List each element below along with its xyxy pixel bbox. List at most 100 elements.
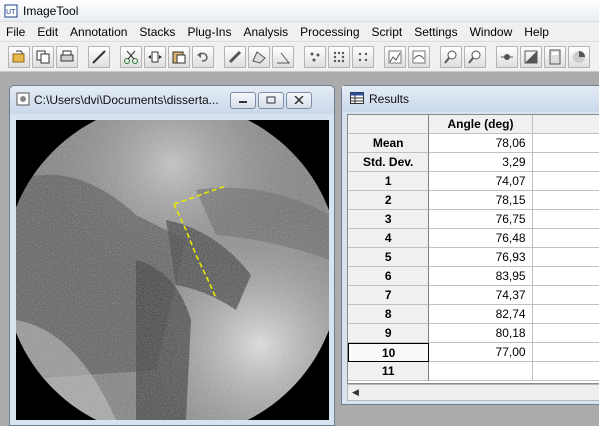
row-header[interactable]: 4 [348, 229, 430, 248]
minimize-button[interactable] [230, 91, 256, 109]
angle-icon[interactable] [272, 45, 294, 68]
empty-cell[interactable] [532, 153, 599, 172]
row-header[interactable]: 9 [348, 324, 430, 343]
menu-help[interactable]: Help [518, 22, 555, 42]
menu-bar: File Edit Annotation Stacks Plug-Ins Ana… [0, 22, 599, 42]
menu-edit[interactable]: Edit [31, 22, 64, 42]
app-icon: UT [3, 3, 19, 19]
menu-window[interactable]: Window [464, 22, 519, 42]
scroll-left-icon[interactable]: ◀ [348, 385, 363, 400]
open-icon[interactable] [8, 45, 30, 68]
results-window: Results Angle (deg) Mean 78,06 Std. Dev.… [341, 85, 599, 405]
table-row: 6 83,95 [348, 267, 599, 286]
empty-cell[interactable] [532, 267, 599, 286]
histogram-icon[interactable] [384, 45, 406, 68]
column-header-angle[interactable]: Angle (deg) [429, 115, 533, 134]
value-cell[interactable]: 3,29 [429, 153, 533, 172]
xray-image[interactable] [16, 120, 329, 420]
value-cell[interactable]: 83,95 [429, 267, 533, 286]
menu-processing[interactable]: Processing [294, 22, 365, 42]
row-header[interactable]: 5 [348, 248, 430, 267]
profile-icon[interactable] [408, 45, 430, 68]
line-tool-icon[interactable] [88, 45, 110, 68]
cut-icon[interactable] [120, 45, 142, 68]
dots-small-icon[interactable] [304, 45, 326, 68]
app-title: ImageTool [23, 3, 79, 18]
value-cell[interactable]: 76,48 [429, 229, 533, 248]
menu-stacks[interactable]: Stacks [133, 22, 181, 42]
dots-large-icon[interactable] [328, 45, 350, 68]
measure-icon[interactable] [352, 45, 374, 68]
contrast-icon[interactable] [520, 45, 542, 68]
image-window-titlebar[interactable]: C:\Users\dvi\Documents\disserta... [10, 86, 334, 114]
zoom-out-icon[interactable] [464, 45, 486, 68]
value-cell[interactable]: 76,75 [429, 210, 533, 229]
value-cell[interactable]: 80,18 [429, 324, 533, 343]
empty-cell[interactable] [532, 248, 599, 267]
table-row: 7 74,37 [348, 286, 599, 305]
print-icon[interactable] [56, 45, 78, 68]
menu-settings[interactable]: Settings [408, 22, 463, 42]
fit-width-icon[interactable] [144, 45, 166, 68]
value-cell[interactable]: 82,74 [429, 305, 533, 324]
empty-cell[interactable] [532, 172, 599, 191]
row-header[interactable]: 6 [348, 267, 430, 286]
table-row-selected: 10 77,00 [348, 343, 599, 362]
polygon-icon[interactable] [248, 45, 270, 68]
pie-icon[interactable] [568, 45, 590, 68]
table-icon [350, 91, 364, 107]
row-header[interactable]: 3 [348, 210, 430, 229]
column-header-empty[interactable] [532, 115, 599, 134]
row-header[interactable]: 7 [348, 286, 430, 305]
restore-button[interactable] [258, 91, 284, 109]
empty-cell[interactable] [532, 134, 599, 153]
copy-icon[interactable] [32, 45, 54, 68]
results-window-titlebar[interactable]: Results [342, 86, 599, 112]
row-header[interactable]: 1 [348, 172, 430, 191]
menu-script[interactable]: Script [366, 22, 409, 42]
table-header-row: Angle (deg) [348, 115, 599, 134]
row-header[interactable]: 8 [348, 305, 430, 324]
horizontal-scrollbar[interactable]: ◀ [347, 384, 599, 401]
empty-cell[interactable] [532, 286, 599, 305]
empty-cell[interactable] [532, 362, 599, 381]
row-header[interactable]: 10 [348, 343, 430, 362]
value-cell[interactable]: 78,15 [429, 191, 533, 210]
empty-cell[interactable] [532, 343, 599, 362]
table-row: 11 [348, 362, 599, 381]
paste-icon[interactable] [168, 45, 190, 68]
value-cell[interactable]: 78,06 [429, 134, 533, 153]
row-header[interactable]: Mean [348, 134, 430, 153]
value-cell[interactable]: 77,00 [429, 343, 533, 362]
menu-plug-ins[interactable]: Plug-Ins [181, 22, 237, 42]
menu-annotation[interactable]: Annotation [64, 22, 133, 42]
table-row: Std. Dev. 3,29 [348, 153, 599, 172]
row-header[interactable]: Std. Dev. [348, 153, 430, 172]
empty-cell[interactable] [532, 324, 599, 343]
image-window-title: C:\Users\dvi\Documents\disserta... [34, 93, 219, 107]
empty-cell[interactable] [532, 191, 599, 210]
threshold-icon[interactable] [496, 45, 518, 68]
table-row: 4 76,48 [348, 229, 599, 248]
image-doc-icon [16, 92, 30, 109]
menu-analysis[interactable]: Analysis [237, 22, 294, 42]
value-cell[interactable]: 74,07 [429, 172, 533, 191]
empty-cell[interactable] [532, 305, 599, 324]
row-header[interactable]: 11 [348, 362, 430, 381]
row-header[interactable]: 2 [348, 191, 430, 210]
table-row: 2 78,15 [348, 191, 599, 210]
value-cell[interactable]: 74,37 [429, 286, 533, 305]
empty-cell[interactable] [532, 210, 599, 229]
table-row: 3 76,75 [348, 210, 599, 229]
pencil-icon[interactable] [224, 45, 246, 68]
empty-cell[interactable] [532, 229, 599, 248]
calculator-icon[interactable] [544, 45, 566, 68]
close-button[interactable] [286, 91, 312, 109]
value-cell[interactable] [429, 362, 533, 381]
value-cell[interactable]: 76,93 [429, 248, 533, 267]
menu-file[interactable]: File [0, 22, 31, 42]
undo-icon[interactable] [192, 45, 214, 68]
table-row: 9 80,18 [348, 324, 599, 343]
corner-cell[interactable] [348, 115, 430, 134]
zoom-in-icon[interactable] [440, 45, 462, 68]
